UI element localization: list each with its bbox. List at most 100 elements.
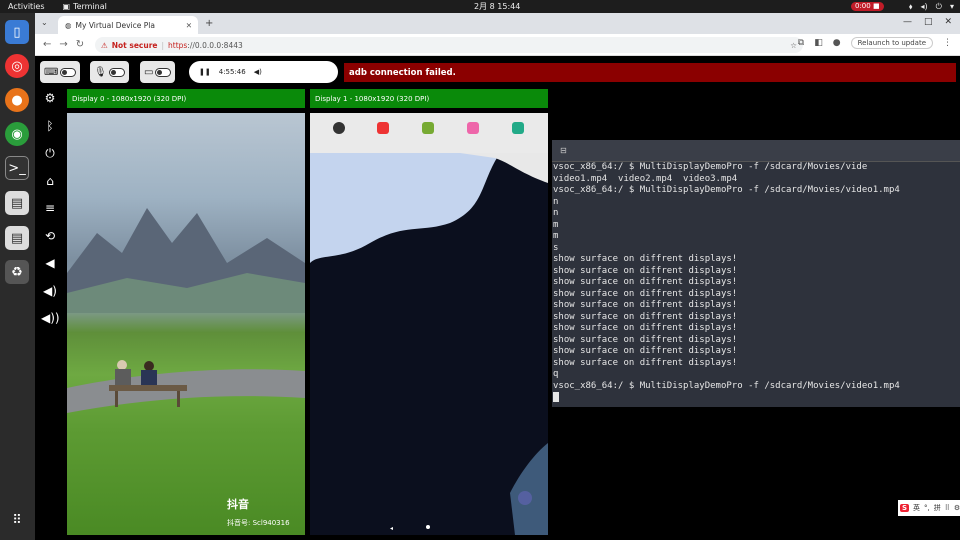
terminal-line: vsoc_x86_64:/ $ MultiDisplayDemoPro -f /… — [553, 380, 900, 391]
terminal-line: s — [553, 242, 559, 253]
camera-toggle[interactable]: ▭ — [140, 61, 176, 83]
profile-avatar-icon[interactable]: ● — [833, 38, 841, 48]
help-lifebuoy-icon[interactable]: ◎ — [5, 54, 29, 78]
keyboard-toggle[interactable]: ⌨ — [40, 61, 81, 83]
bluetooth-icon[interactable]: ᛒ — [41, 119, 59, 147]
menu-icon[interactable]: ≡ — [41, 201, 59, 229]
terminal-line: vsoc_x86_64:/ $ MultiDisplayDemoPro -f /… — [553, 162, 868, 172]
network-icon: ⬧ — [908, 1, 913, 11]
camera-switch[interactable] — [155, 67, 172, 77]
pause-icon[interactable]: ❚❚ — [199, 68, 211, 76]
terminal-line: show surface on diffrent displays! — [553, 277, 738, 287]
terminal-window[interactable]: ⊟ vsoc_x86_64:/ $ MultiDisplayDemoPro -f… — [552, 140, 960, 407]
document-icon[interactable]: ▤ — [5, 191, 29, 215]
volume-icon: ◂) — [920, 1, 928, 11]
document-icon-2[interactable]: ▤ — [5, 226, 29, 250]
volume-down-icon[interactable]: ◀) — [41, 284, 59, 312]
globe-icon: ◍ — [65, 20, 72, 30]
tab-virtual-device[interactable]: ◍ My Virtual Device Pla ✕ — [58, 16, 198, 34]
ime-pinyin-label[interactable]: 拼 — [934, 503, 941, 513]
back-icon[interactable]: ← — [43, 39, 51, 50]
settings-gear-icon[interactable]: ⚙ — [41, 91, 59, 119]
not-secure-label[interactable]: Not secure — [112, 41, 158, 50]
maximize-icon[interactable]: □ — [924, 17, 933, 27]
display-1-screen[interactable]: ◂ — [310, 113, 548, 535]
volume-mute-icon[interactable]: ◀ — [41, 256, 59, 284]
close-icon[interactable]: ✕ — [186, 21, 192, 30]
input-method-bar[interactable]: S 英 °, 拼 ⠿ ⚙ — [898, 500, 960, 516]
active-app-label: Terminal — [73, 2, 107, 11]
tab-search-icon[interactable]: ⌄ — [41, 18, 48, 27]
clock[interactable]: 2月 8 15:44 — [474, 1, 520, 12]
ime-grid-icon[interactable]: ⠿ — [945, 504, 950, 512]
terminal-line: show surface on diffrent displays! — [553, 346, 738, 356]
divider: | — [161, 40, 165, 50]
device-control-toolbar: ⚙ ᛒ ⏻ ⌂ ≡ ⟲ ◀ ◀) ◀)) — [41, 91, 60, 339]
browser-toolbar: ← → ↻ ⚠ Not secure | https://0.0.0.0:844… — [35, 34, 960, 56]
browser-tabstrip: ⌄ ◍ My Virtual Device Pla ✕ + — □ ✕ — [35, 13, 960, 34]
nav-back-icon: ◂ — [390, 525, 393, 532]
rotate-icon[interactable]: ⟲ — [41, 229, 59, 257]
relaunch-button[interactable]: Relaunch to update — [850, 37, 933, 49]
video-surface: ◂ — [310, 153, 548, 535]
terminal-line: show surface on diffrent displays! — [553, 311, 738, 322]
bookmark-star-icon[interactable]: ☆ — [790, 41, 797, 50]
chrome-icon[interactable]: ◉ — [5, 122, 29, 146]
keyboard-icon: ⌨ — [44, 66, 59, 78]
minimize-icon[interactable]: — — [903, 17, 912, 27]
new-tab-button[interactable]: + — [205, 18, 213, 29]
power-icon: ⏻ — [935, 1, 942, 11]
toolbar-right: ⧉ ◧ ● Relaunch to update ⋮ — [798, 37, 952, 49]
system-tray[interactable]: ⬧ ◂) ⏻ ▾ — [909, 2, 954, 12]
punctuation-icon[interactable]: °, — [924, 504, 930, 512]
address-bar[interactable]: ⚠ Not secure | https://0.0.0.0:8443 ☆ — [95, 37, 803, 53]
volume-up-icon[interactable]: ◀)) — [41, 311, 60, 339]
active-app-menu[interactable]: ▣ Terminal — [63, 2, 107, 11]
microphone-toggle[interactable]: 🎙 — [90, 61, 129, 83]
terminal-line: show surface on diffrent displays! — [553, 254, 738, 264]
warning-icon[interactable]: ⚠ — [101, 41, 108, 50]
terminal-line: show surface on diffrent displays! — [553, 334, 738, 345]
url-text[interactable]: https://0.0.0.0:8443 — [168, 41, 243, 50]
ime-language-toggle[interactable]: 英 — [913, 503, 920, 513]
power-button-icon[interactable]: ⏻ — [41, 146, 59, 174]
close-window-icon[interactable]: ✕ — [944, 17, 952, 27]
terminal-line: m — [553, 219, 559, 230]
terminal-line: show surface on diffrent displays! — [553, 357, 738, 368]
show-apps-grid-icon[interactable]: ⠿ — [5, 508, 29, 532]
window-controls: — □ ✕ — [903, 17, 952, 27]
camera-icon: ▭ — [144, 66, 154, 78]
display-0-screen[interactable]: 抖音 抖音号: Scl940316 — [67, 113, 305, 535]
trash-icon[interactable]: ♻ — [5, 260, 29, 284]
terminal-output[interactable]: vsoc_x86_64:/ $ MultiDisplayDemoPro -f /… — [552, 162, 960, 404]
forward-icon[interactable]: → — [59, 39, 67, 50]
volume-icon[interactable]: ◀) — [254, 68, 262, 76]
display-1-label: Display 1 - 1080x1920 (320 DPI) — [310, 89, 548, 108]
firefox-icon[interactable]: ● — [5, 88, 29, 112]
ime-settings-icon[interactable]: ⚙ — [954, 504, 960, 512]
activities-button[interactable]: Activities — [8, 2, 45, 11]
audio-player[interactable]: ❚❚ 4:55:46 ◀) — [189, 61, 338, 83]
douyin-logo: 抖音 — [227, 498, 249, 511]
microphone-switch[interactable] — [108, 67, 125, 77]
screen-record-indicator[interactable]: 0:00 ■ — [851, 2, 884, 11]
keyboard-switch[interactable] — [60, 67, 77, 77]
extensions-icon[interactable]: ⧉ — [798, 38, 804, 48]
terminal-line: vsoc_x86_64:/ $ MultiDisplayDemoPro -f /… — [553, 185, 900, 195]
player-time: 4:55:46 — [218, 68, 246, 76]
files-app-icon[interactable]: ▯ — [5, 20, 29, 44]
side-panel-icon[interactable]: ◧ — [814, 38, 823, 48]
home-icon[interactable]: ⌂ — [41, 174, 59, 202]
terminal-dock-icon[interactable]: >_ — [5, 156, 29, 180]
reload-icon[interactable]: ↻ — [76, 39, 84, 50]
terminal-tab-icon[interactable]: ⊟ — [560, 146, 567, 155]
tab-title: My Virtual Device Pla — [75, 20, 155, 30]
terminal-line: n — [553, 208, 559, 218]
web-page: ⌨ 🎙 ▭ ❚❚ 4:55:46 ◀) adb connection faile… — [35, 56, 960, 540]
douyin-account-id: 抖音号: Scl940316 — [227, 519, 290, 527]
nav-home-icon — [426, 525, 430, 529]
menu-dots-icon[interactable]: ⋮ — [943, 38, 952, 48]
error-banner: adb connection failed. — [344, 63, 956, 82]
terminal-app-icon: ▣ — [62, 2, 71, 11]
terminal-line: show surface on diffrent displays! — [553, 288, 738, 299]
